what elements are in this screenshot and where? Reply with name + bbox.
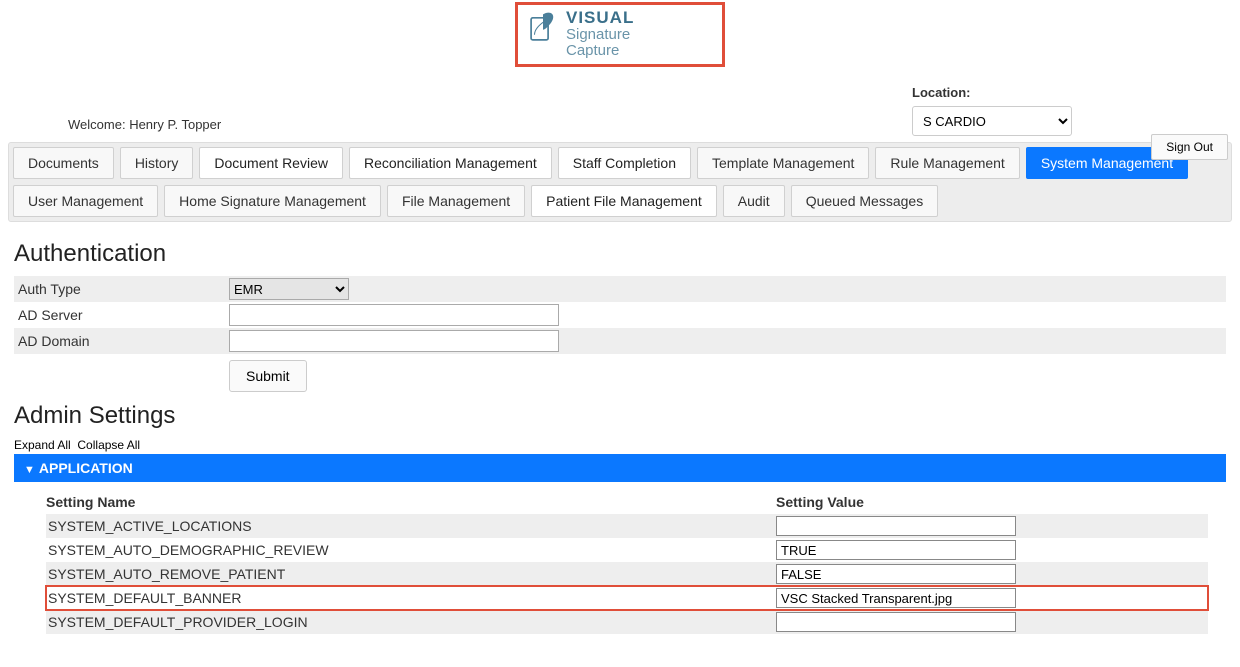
welcome-text: Welcome: Henry P. Topper (68, 117, 221, 132)
tab-staff-completion[interactable]: Staff Completion (558, 147, 691, 179)
ad-server-label: AD Server (14, 307, 229, 323)
setting-row: SYSTEM_AUTO_REMOVE_PATIENT (46, 562, 1208, 586)
main-tabs: DocumentsHistoryDocument ReviewReconcili… (8, 142, 1232, 222)
product-logo: VISUAL Signature Capture (515, 2, 725, 67)
tab-rule-management[interactable]: Rule Management (875, 147, 1019, 179)
auth-type-select[interactable]: EMR (229, 278, 349, 300)
welcome-user: Henry P. Topper (129, 117, 221, 132)
tab-file-management[interactable]: File Management (387, 185, 525, 217)
setting-row: SYSTEM_ACTIVE_LOCATIONS (46, 514, 1208, 538)
location-label: Location: (912, 85, 1072, 100)
tab-home-signature-management[interactable]: Home Signature Management (164, 185, 381, 217)
setting-row: SYSTEM_DEFAULT_PROVIDER_LOGIN (46, 610, 1208, 634)
setting-name: SYSTEM_DEFAULT_PROVIDER_LOGIN (46, 614, 776, 630)
ad-server-input[interactable] (229, 304, 559, 326)
submit-button[interactable]: Submit (229, 360, 307, 392)
logo-line-2: Signature (566, 27, 634, 43)
sign-out-button[interactable]: Sign Out (1151, 134, 1228, 160)
ad-domain-label: AD Domain (14, 333, 229, 349)
setting-name: SYSTEM_AUTO_REMOVE_PATIENT (46, 566, 776, 582)
tab-queued-messages[interactable]: Queued Messages (791, 185, 939, 217)
setting-name: SYSTEM_ACTIVE_LOCATIONS (46, 518, 776, 534)
location-select[interactable]: S CARDIO (912, 106, 1072, 136)
tab-audit[interactable]: Audit (723, 185, 785, 217)
application-group-title: APPLICATION (39, 460, 133, 476)
setting-value-input[interactable] (776, 588, 1016, 608)
setting-value-input[interactable] (776, 564, 1016, 584)
column-setting-value: Setting Value (776, 494, 864, 510)
tab-patient-file-management[interactable]: Patient File Management (531, 185, 717, 217)
column-setting-name: Setting Name (46, 494, 776, 510)
setting-row: SYSTEM_DEFAULT_BANNER (46, 586, 1208, 610)
tab-documents[interactable]: Documents (13, 147, 114, 179)
logo-line-1: VISUAL (566, 9, 634, 27)
setting-row: SYSTEM_AUTO_DEMOGRAPHIC_REVIEW (46, 538, 1208, 562)
admin-settings-heading: Admin Settings (14, 402, 1226, 430)
tab-template-management[interactable]: Template Management (697, 147, 869, 179)
setting-value-input[interactable] (776, 516, 1016, 536)
tab-reconciliation-management[interactable]: Reconciliation Management (349, 147, 552, 179)
welcome-prefix: Welcome: (68, 117, 126, 132)
ad-domain-input[interactable] (229, 330, 559, 352)
auth-type-label: Auth Type (14, 281, 229, 297)
setting-value-input[interactable] (776, 540, 1016, 560)
setting-name: SYSTEM_AUTO_DEMOGRAPHIC_REVIEW (46, 542, 776, 558)
product-name: VISUAL Signature Capture (566, 9, 634, 58)
collapse-all-link[interactable]: Collapse All (77, 438, 140, 452)
setting-value-input[interactable] (776, 612, 1016, 632)
authentication-heading: Authentication (14, 240, 1226, 268)
logo-line-3: Capture (566, 43, 634, 59)
feather-tablet-icon (526, 11, 560, 45)
expand-all-link[interactable]: Expand All (14, 438, 71, 452)
setting-name: SYSTEM_DEFAULT_BANNER (46, 590, 776, 606)
application-group-header[interactable]: ▼ APPLICATION (14, 454, 1226, 482)
tab-user-management[interactable]: User Management (13, 185, 158, 217)
chevron-down-icon: ▼ (24, 464, 35, 476)
tab-document-review[interactable]: Document Review (199, 147, 343, 179)
tab-history[interactable]: History (120, 147, 194, 179)
